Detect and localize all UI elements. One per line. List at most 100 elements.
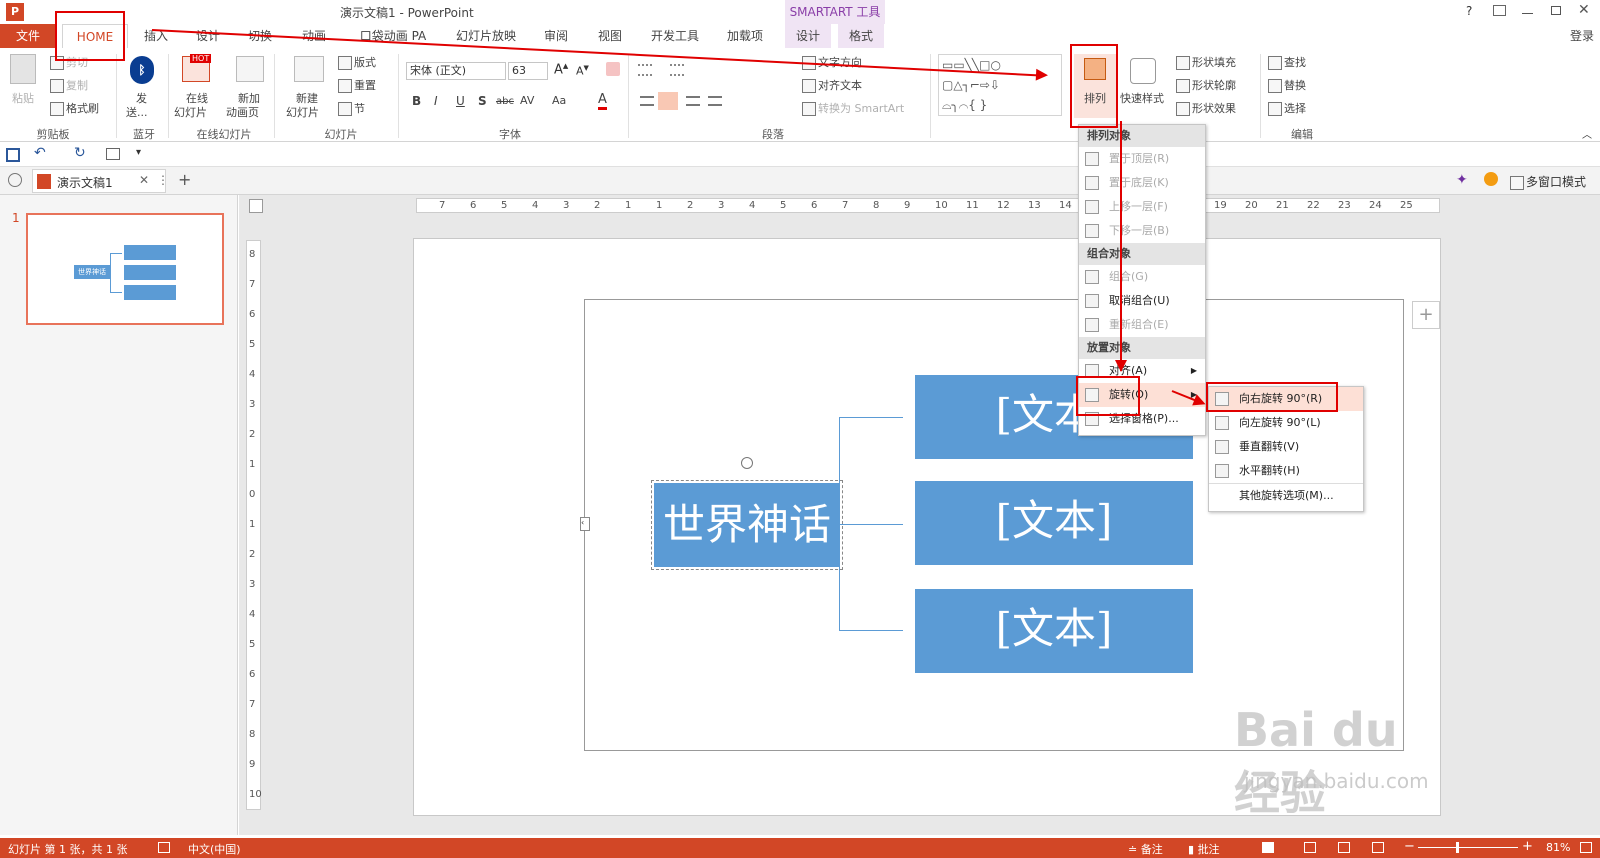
select-button[interactable]: 选择 bbox=[1268, 100, 1306, 116]
language-status[interactable]: 中文(中国) bbox=[188, 841, 241, 857]
zoom-level[interactable]: 81% bbox=[1546, 841, 1570, 854]
ribbon-display-icon[interactable] bbox=[1493, 5, 1506, 16]
history-icon[interactable] bbox=[8, 173, 22, 187]
bluetooth-icon[interactable]: ᛒ bbox=[130, 56, 154, 84]
expand-text-pane-icon[interactable]: ‹ bbox=[580, 517, 590, 531]
shape-fill-button[interactable]: 形状填充 bbox=[1176, 54, 1236, 70]
smartart-node[interactable]: [文本] bbox=[915, 481, 1193, 565]
smartart-add-icon[interactable]: + bbox=[1412, 301, 1440, 329]
align-text-button[interactable]: 对齐文本 bbox=[802, 77, 862, 93]
paste-icon[interactable] bbox=[10, 54, 36, 84]
undo-icon[interactable]: ↶ bbox=[34, 145, 46, 161]
tab-smartart-format[interactable]: 格式 bbox=[838, 24, 884, 48]
font-color-button[interactable]: A bbox=[598, 92, 607, 110]
shrink-font-icon[interactable]: A▼ bbox=[576, 64, 589, 78]
slide-thumbnail[interactable]: 世界神话 bbox=[26, 213, 224, 325]
zoom-out-icon[interactable]: − bbox=[1404, 839, 1415, 854]
close-icon[interactable]: ✕ bbox=[1578, 2, 1590, 18]
font-size-dropdown[interactable]: 63 bbox=[508, 62, 548, 80]
reset-button[interactable]: 重置 bbox=[338, 77, 376, 93]
slide[interactable]: ‹ + 世界神话 [文本] [文本] [文本] Bai du 经验 jingya… bbox=[413, 238, 1441, 820]
zoom-slider-thumb[interactable] bbox=[1456, 842, 1459, 853]
regroup-item[interactable]: 重新组合(E) bbox=[1079, 313, 1205, 337]
redo-icon[interactable]: ↻ bbox=[74, 145, 86, 161]
format-painter-button[interactable]: 格式刷 bbox=[50, 100, 99, 116]
font-name-dropdown[interactable]: 宋体 (正文) bbox=[406, 62, 506, 80]
start-slideshow-icon[interactable] bbox=[106, 148, 120, 160]
layout-button[interactable]: 版式 bbox=[338, 54, 376, 70]
strikethrough-button[interactable]: abc bbox=[496, 96, 514, 107]
minimize-icon[interactable] bbox=[1522, 13, 1533, 14]
customize-qat-icon[interactable]: ▾ bbox=[136, 147, 141, 158]
maximize-icon[interactable] bbox=[1551, 6, 1561, 15]
underline-button[interactable]: U bbox=[456, 94, 465, 108]
new-anim-label-2[interactable]: 动画页 bbox=[226, 104, 259, 120]
tab-review[interactable]: 审阅 bbox=[536, 24, 576, 48]
multi-window-button[interactable]: 多窗口模式 bbox=[1510, 173, 1586, 190]
justify-icon[interactable] bbox=[708, 96, 722, 106]
bold-button[interactable]: B bbox=[412, 94, 421, 108]
change-case-button[interactable]: Aa bbox=[552, 94, 566, 107]
smartart-node[interactable]: [文本] bbox=[915, 589, 1193, 673]
tab-addins[interactable]: 加载项 bbox=[718, 24, 772, 48]
tab-design[interactable]: 设计 bbox=[188, 24, 228, 48]
tab-menu-icon[interactable]: ⋮ bbox=[157, 173, 169, 187]
new-anim-icon[interactable] bbox=[236, 56, 264, 82]
char-spacing-button[interactable]: AV bbox=[520, 94, 534, 107]
paste-button[interactable]: 粘贴 bbox=[12, 90, 34, 106]
slideshow-view-icon[interactable] bbox=[1372, 842, 1384, 853]
send-to-back-item[interactable]: 置于底层(K) bbox=[1079, 171, 1205, 195]
more-rotation-options-item[interactable]: 其他旋转选项(M)... bbox=[1209, 483, 1363, 507]
powerpoint-logo[interactable]: P bbox=[6, 3, 24, 21]
group-item[interactable]: 组合(G) bbox=[1079, 265, 1205, 289]
align-left-icon[interactable] bbox=[640, 96, 654, 106]
numbering-icon[interactable] bbox=[670, 64, 684, 76]
convert-smartart-button[interactable]: 转换为 SmartArt bbox=[802, 100, 904, 116]
shadow-button[interactable]: S bbox=[478, 94, 487, 108]
replace-button[interactable]: 替换 bbox=[1268, 77, 1306, 93]
bullets-icon[interactable] bbox=[638, 64, 652, 76]
comments-button[interactable]: ▮ 批注 bbox=[1188, 841, 1220, 857]
help-button[interactable]: ? bbox=[1466, 4, 1472, 18]
login-link[interactable]: 登录 bbox=[1564, 24, 1600, 48]
align-center-icon[interactable] bbox=[658, 92, 678, 110]
slide-sorter-icon[interactable] bbox=[1304, 842, 1316, 853]
settings-icon[interactable] bbox=[1484, 172, 1498, 186]
magic-icon[interactable]: ✦ bbox=[1456, 172, 1472, 188]
tab-smartart-design[interactable]: 设计 bbox=[785, 24, 831, 48]
fit-slide-icon[interactable] bbox=[1580, 842, 1592, 853]
grow-font-icon[interactable]: A▲ bbox=[554, 62, 568, 77]
find-button[interactable]: 查找 bbox=[1268, 54, 1306, 70]
quick-styles-icon[interactable] bbox=[1130, 58, 1156, 84]
smartart-center-node[interactable]: 世界神话 bbox=[651, 480, 843, 570]
tab-file[interactable]: 文件 bbox=[0, 24, 56, 48]
close-tab-icon[interactable]: ✕ bbox=[139, 173, 149, 187]
shape-effects-button[interactable]: 形状效果 bbox=[1176, 100, 1236, 116]
send-backward-item[interactable]: 下移一层(B) bbox=[1079, 219, 1205, 243]
section-button[interactable]: 节 bbox=[338, 100, 365, 116]
flip-horizontal-item[interactable]: 水平翻转(H) bbox=[1209, 459, 1363, 483]
reading-view-icon[interactable] bbox=[1338, 842, 1350, 853]
quick-styles-label[interactable]: 快速样式 bbox=[1120, 90, 1164, 106]
zoom-slider[interactable] bbox=[1418, 847, 1518, 848]
flip-vertical-item[interactable]: 垂直翻转(V) bbox=[1209, 435, 1363, 459]
rotate-handle-icon[interactable] bbox=[741, 457, 753, 469]
ungroup-item[interactable]: 取消组合(U) bbox=[1079, 289, 1205, 313]
new-slide-label-2[interactable]: 幻灯片 bbox=[286, 104, 319, 120]
document-tab[interactable]: 演示文稿1 ✕ ⋮ bbox=[32, 169, 169, 193]
italic-button[interactable]: I bbox=[434, 94, 438, 108]
notes-button[interactable]: ≐ 备注 bbox=[1128, 841, 1163, 857]
copy-button[interactable]: 复制 bbox=[50, 77, 88, 93]
normal-view-icon[interactable] bbox=[1262, 842, 1274, 853]
tab-insert[interactable]: 插入 bbox=[136, 24, 176, 48]
shape-outline-button[interactable]: 形状轮廓 bbox=[1176, 77, 1236, 93]
align-right-icon[interactable] bbox=[686, 96, 700, 106]
rotate-left-90-item[interactable]: 向左旋转 90°(L) bbox=[1209, 411, 1363, 435]
new-tab-icon[interactable]: + bbox=[178, 170, 191, 189]
zoom-in-icon[interactable]: + bbox=[1522, 839, 1533, 854]
bring-forward-item[interactable]: 上移一层(F) bbox=[1079, 195, 1205, 219]
bring-to-front-item[interactable]: 置于顶层(R) bbox=[1079, 147, 1205, 171]
collapse-ribbon-icon[interactable]: ︿ bbox=[1582, 126, 1592, 141]
spell-check-icon[interactable] bbox=[158, 842, 170, 853]
send-label-2[interactable]: 送... bbox=[126, 104, 148, 120]
